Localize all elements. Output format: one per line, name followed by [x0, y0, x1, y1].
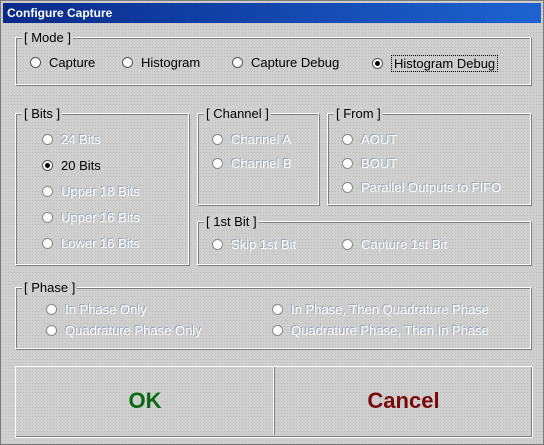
- radio-icon: [46, 304, 57, 315]
- skip-first-bit-radio[interactable]: Skip 1st Bit: [212, 237, 296, 252]
- from-aout-radio[interactable]: AOUT: [342, 132, 397, 147]
- option-label: Capture: [49, 55, 96, 70]
- channel-group: [ Channel ] Channel A Channel B: [197, 106, 319, 205]
- mode-legend: [ Mode ]: [22, 30, 73, 45]
- bits-lower16-radio[interactable]: Lower 16 Bits: [42, 236, 140, 251]
- option-label: Histogram: [141, 55, 201, 70]
- radio-icon: [212, 134, 223, 145]
- option-label: Histogram Debug: [391, 55, 499, 72]
- phase-in-phase-only-radio[interactable]: In Phase Only: [46, 302, 147, 317]
- option-label: In Phase Only: [65, 302, 147, 317]
- radio-icon: [272, 304, 283, 315]
- window-title: Configure Capture: [3, 3, 541, 23]
- radio-icon: [42, 212, 53, 223]
- option-label: Channel A: [231, 132, 291, 147]
- phase-quadrature-only-radio[interactable]: Quadrature Phase Only: [46, 323, 202, 338]
- channel-legend: [ Channel ]: [204, 106, 271, 121]
- radio-icon: [212, 158, 223, 169]
- phase-group: [ Phase ] In Phase Only Quadrature Phase…: [15, 280, 531, 349]
- from-group: [ From ] AOUT BOUT Parallel Outputs to F…: [327, 106, 531, 205]
- option-label: Upper 16 Bits: [61, 210, 140, 225]
- radio-icon: [212, 239, 223, 250]
- mode-group: [ Mode ] Capture Histogram Capture Debug…: [15, 30, 531, 85]
- radio-icon: [46, 325, 57, 336]
- radio-icon: [232, 57, 243, 68]
- from-parallel-radio[interactable]: Parallel Outputs to FIFO: [342, 180, 501, 195]
- radio-icon: [342, 134, 353, 145]
- phase-legend: [ Phase ]: [22, 280, 78, 295]
- button-row: OK Cancel: [15, 366, 533, 438]
- bits-24-radio[interactable]: 24 Bits: [42, 132, 101, 147]
- radio-icon: [272, 325, 283, 336]
- first-bit-legend: [ 1st Bit ]: [204, 214, 259, 229]
- bits-legend: [ Bits ]: [22, 106, 63, 121]
- radio-icon: [342, 182, 353, 193]
- phase-in-then-quad-radio[interactable]: In Phase, Then Quadrature Phase: [272, 302, 489, 317]
- channel-b-radio[interactable]: Channel B: [212, 156, 292, 171]
- option-label: BOUT: [361, 156, 398, 171]
- option-label: Skip 1st Bit: [231, 237, 297, 252]
- option-label: Channel B: [231, 156, 292, 171]
- phase-quad-then-in-radio[interactable]: Quadrature Phase, Then In Phase: [272, 323, 489, 338]
- from-bout-radio[interactable]: BOUT: [342, 156, 397, 171]
- first-bit-group: [ 1st Bit ] Skip 1st Bit Capture 1st Bit: [197, 214, 531, 265]
- configure-capture-dialog: Configure Capture [ Mode ] Capture Histo…: [0, 0, 544, 445]
- mode-capture-debug-radio[interactable]: Capture Debug: [232, 55, 339, 70]
- radio-selected-icon: [372, 58, 383, 69]
- option-label: Parallel Outputs to FIFO: [361, 180, 502, 195]
- from-legend: [ From ]: [334, 106, 383, 121]
- ok-button[interactable]: OK: [16, 367, 275, 435]
- mode-capture-radio[interactable]: Capture: [30, 55, 95, 70]
- bits-group: [ Bits ] 24 Bits 20 Bits Upper 18 Bits U…: [15, 106, 189, 265]
- bits-upper16-radio[interactable]: Upper 16 Bits: [42, 210, 140, 225]
- mode-histogram-radio[interactable]: Histogram: [122, 55, 200, 70]
- option-label: Quadrature Phase, Then In Phase: [291, 323, 489, 338]
- option-label: Quadrature Phase Only: [65, 323, 202, 338]
- option-label: 20 Bits: [61, 158, 101, 173]
- radio-icon: [42, 134, 53, 145]
- radio-icon: [42, 186, 53, 197]
- option-label: Capture 1st Bit: [361, 237, 447, 252]
- radio-icon: [30, 57, 41, 68]
- option-label: AOUT: [361, 132, 398, 147]
- cancel-button[interactable]: Cancel: [275, 367, 532, 435]
- option-label: 24 Bits: [61, 132, 101, 147]
- radio-icon: [122, 57, 133, 68]
- option-label: In Phase, Then Quadrature Phase: [291, 302, 489, 317]
- option-label: Upper 18 Bits: [61, 184, 140, 199]
- radio-icon: [342, 239, 353, 250]
- option-label: Lower 16 Bits: [61, 236, 140, 251]
- bits-upper18-radio[interactable]: Upper 18 Bits: [42, 184, 140, 199]
- radio-selected-icon: [42, 160, 53, 171]
- capture-first-bit-radio[interactable]: Capture 1st Bit: [342, 237, 447, 252]
- radio-icon: [42, 238, 53, 249]
- channel-a-radio[interactable]: Channel A: [212, 132, 291, 147]
- radio-icon: [342, 158, 353, 169]
- mode-histogram-debug-radio[interactable]: Histogram Debug: [372, 55, 499, 72]
- option-label: Capture Debug: [251, 55, 340, 70]
- bits-20-radio[interactable]: 20 Bits: [42, 158, 101, 173]
